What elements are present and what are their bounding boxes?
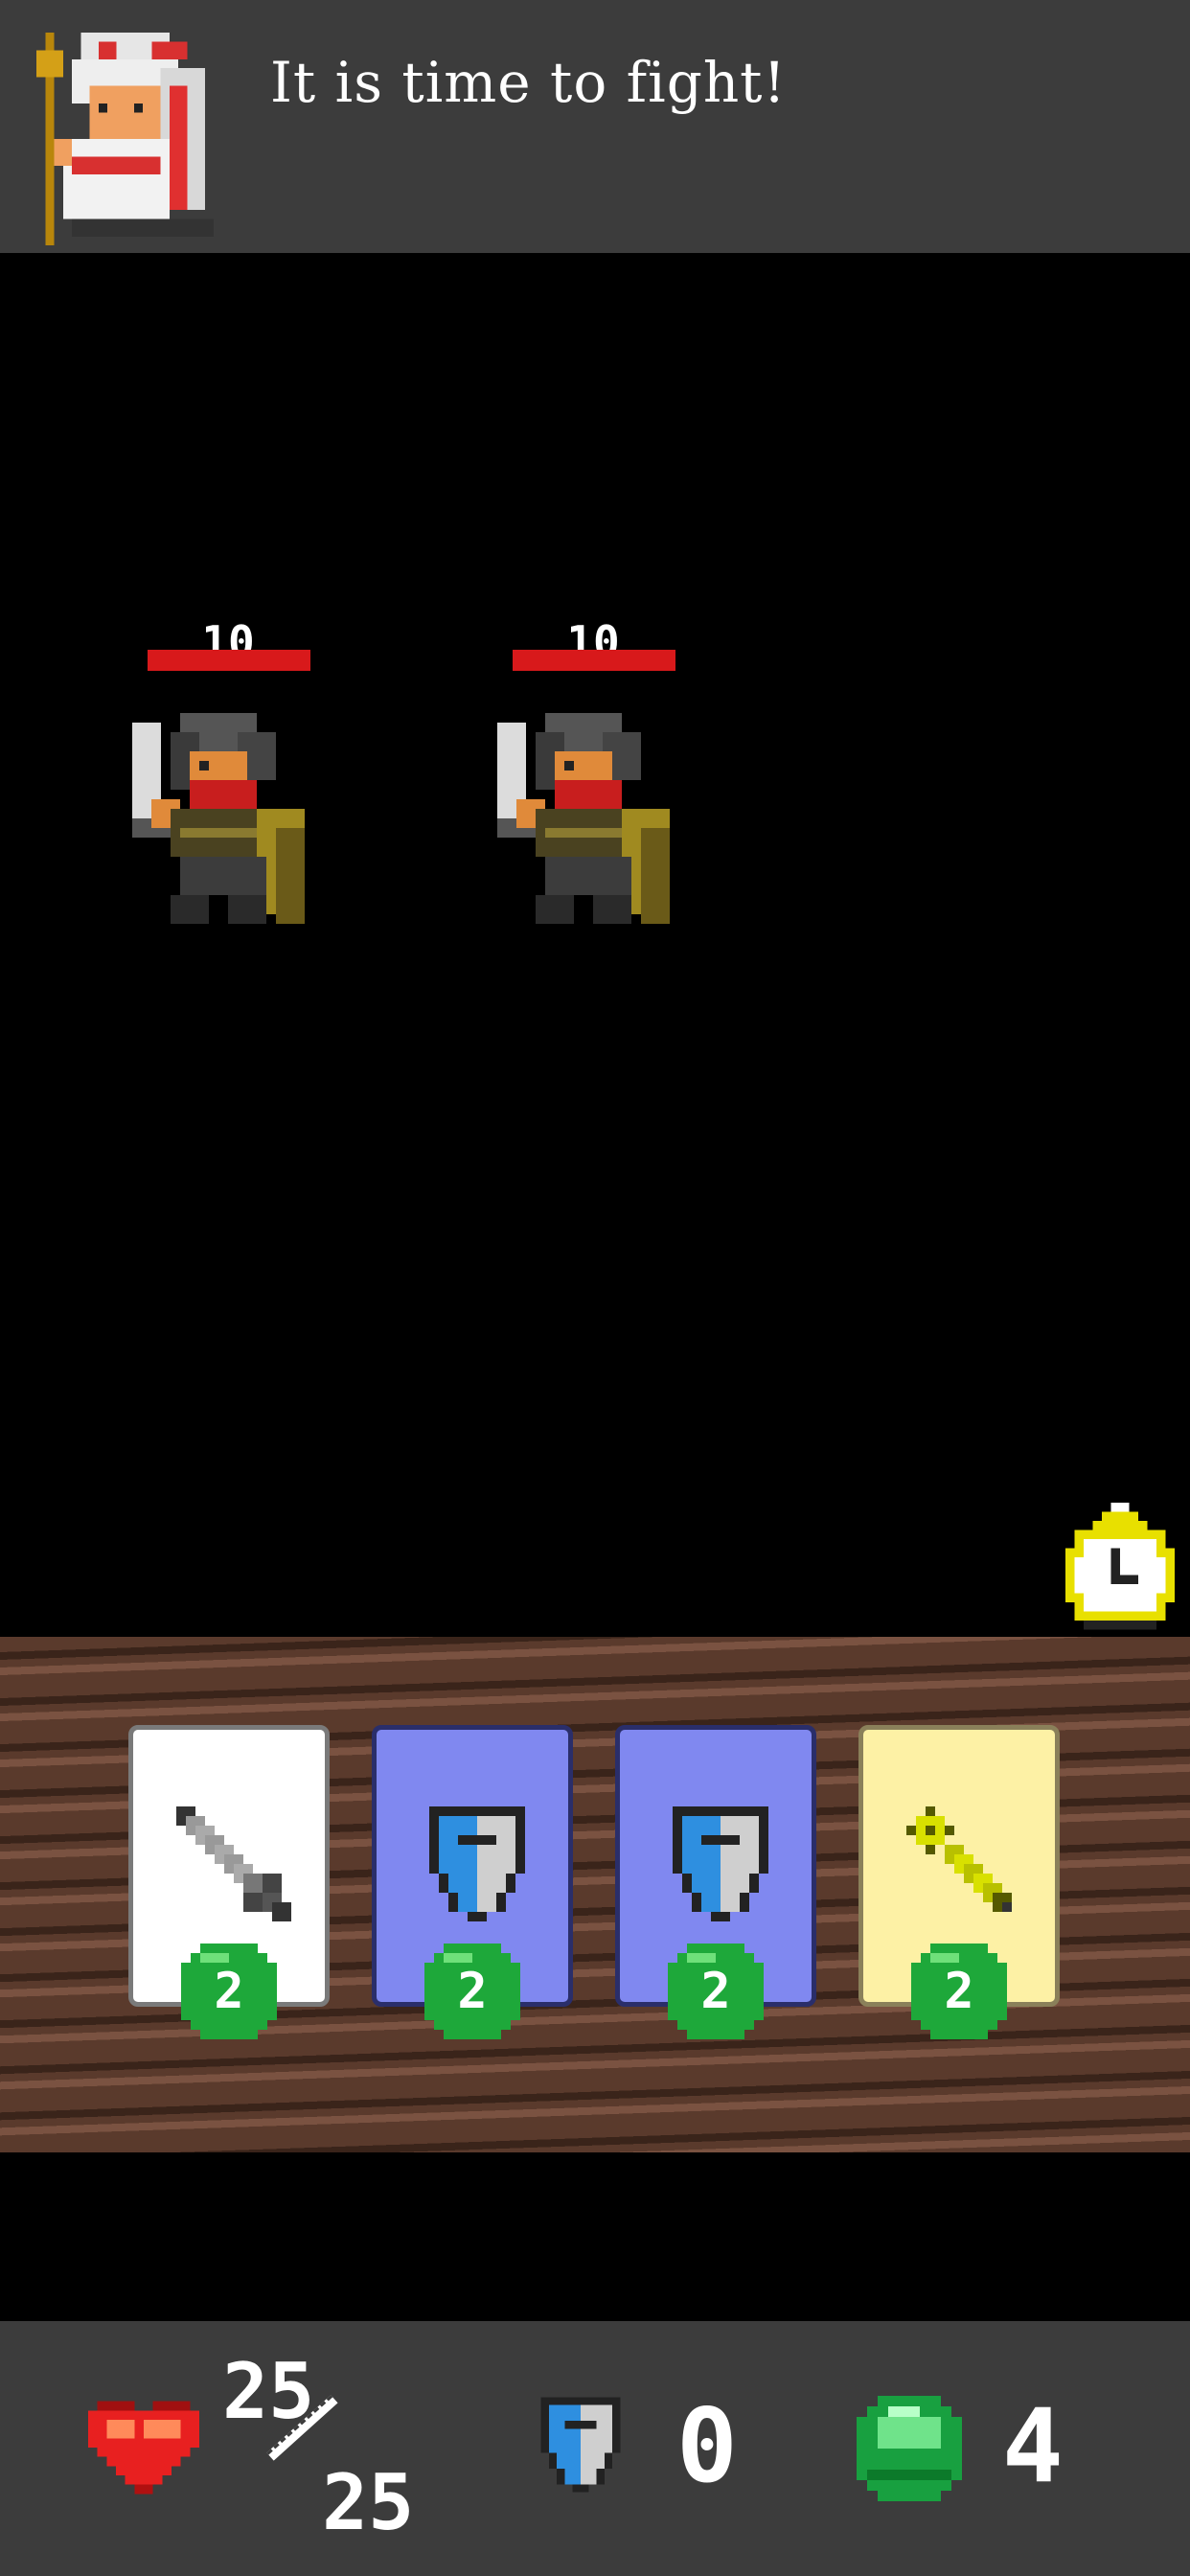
block-value: 0 bbox=[676, 2387, 738, 2505]
sword-icon bbox=[176, 1806, 291, 1921]
hero-portrait bbox=[36, 33, 214, 245]
card-cost-gem: 2 bbox=[911, 1944, 1007, 2039]
heart-icon bbox=[88, 2401, 199, 2495]
enemy-bandit[interactable]: 10 bbox=[469, 611, 718, 937]
card-cost-value: 2 bbox=[700, 1963, 731, 2020]
shield-icon bbox=[540, 2397, 621, 2493]
staff-icon bbox=[906, 1806, 1012, 1912]
status-bar: 25 25 0 4 bbox=[0, 2321, 1190, 2576]
card-cost-gem: 2 bbox=[181, 1944, 277, 2039]
card-cost-value: 2 bbox=[457, 1963, 488, 2020]
hp-max-value: 25 bbox=[322, 2458, 415, 2547]
shield-icon bbox=[429, 1806, 525, 1921]
shield-icon bbox=[673, 1806, 768, 1921]
card-cost-value: 2 bbox=[944, 1963, 974, 2020]
energy-value: 4 bbox=[1002, 2387, 1064, 2505]
stopwatch-icon[interactable] bbox=[1064, 1503, 1177, 1639]
enemy-hp-bar bbox=[513, 650, 675, 671]
bandit-sprite-icon bbox=[132, 713, 305, 924]
card-cost-gem: 2 bbox=[424, 1944, 520, 2039]
bandit-sprite-icon bbox=[497, 713, 670, 924]
hp-current-value: 25 bbox=[222, 2347, 315, 2436]
enemy-bandit[interactable]: 10 bbox=[103, 611, 353, 937]
enemy-hp-bar bbox=[148, 650, 310, 671]
dialog-text: It is time to fight! bbox=[270, 50, 787, 115]
top-bar: It is time to fight! bbox=[0, 0, 1190, 253]
card-cost-value: 2 bbox=[214, 1963, 244, 2020]
card-cost-gem: 2 bbox=[668, 1944, 764, 2039]
green-gem-icon bbox=[857, 2396, 962, 2501]
